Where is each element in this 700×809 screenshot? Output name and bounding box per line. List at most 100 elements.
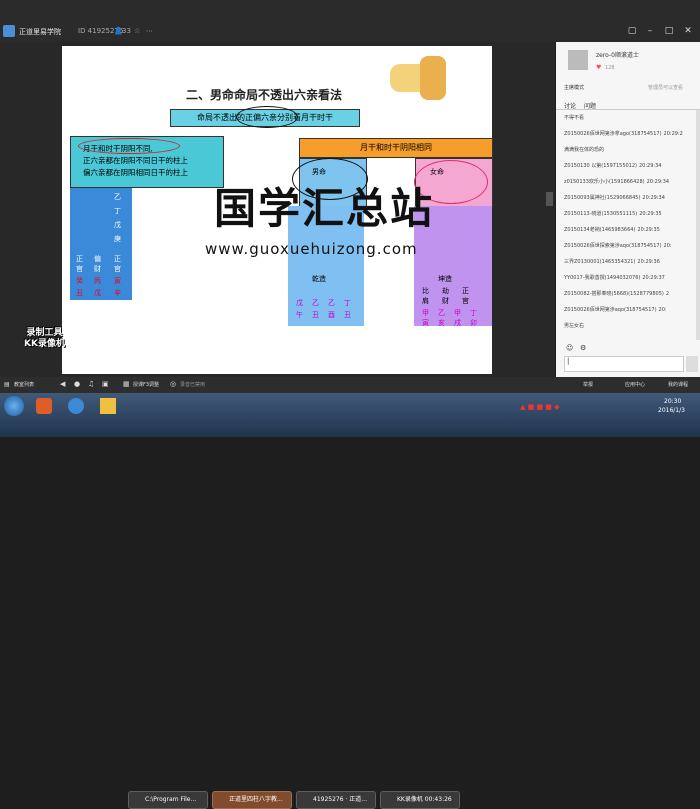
chat-sidebar: zero-0顺滚道士 ♥ 128 主席模式 管理员可以查看 讨论 问题 不得不看… [556, 42, 700, 377]
scrollbar[interactable] [696, 110, 700, 340]
home-icon[interactable] [3, 25, 15, 37]
mid-branch: 午 [296, 311, 303, 319]
browser-icon[interactable] [68, 398, 84, 414]
chat-user: z0150133欢乐小小(1591866428) [564, 179, 645, 185]
stage-next-arrow-icon[interactable] [546, 192, 553, 206]
mid-stem: 丁 [344, 299, 351, 307]
classroom-list-icon[interactable]: ▤ [4, 381, 10, 388]
tab-bar: 讨论 问题 [556, 100, 700, 110]
manage-link[interactable]: 管理员可以查看 [648, 84, 683, 91]
file-icon[interactable]: ▣ [102, 380, 109, 388]
start-button[interactable] [4, 396, 24, 416]
app-center-link[interactable]: 应用中心 [625, 381, 645, 388]
chat-time: 20:29:34 [642, 195, 665, 201]
minimize-icon[interactable]: – [645, 26, 655, 36]
chat-message: 男左女右 [564, 322, 586, 329]
red-ellipse [78, 138, 180, 154]
chat-message: Z0150134老衲(1465983664) 20:29:35 [564, 226, 660, 233]
right-label: 比 [422, 287, 429, 295]
viewer-count: 33 [122, 27, 131, 35]
mid-stem: 乙 [328, 299, 335, 307]
chat-message: Z0150026佰世网第涉拿ago(318754517) 20:29:2 [564, 130, 683, 137]
send-button[interactable] [686, 356, 698, 372]
chat-message: Z0150026佰世探索第涉aqo(318754517) 20: [564, 242, 672, 249]
mid-branch: 丑 [312, 311, 319, 319]
share-icon[interactable]: ⋯ [146, 27, 153, 35]
right-stem: 丁 [470, 309, 477, 317]
host-name: zero-0顺滚道士 [596, 52, 639, 59]
my-courses-link[interactable]: 我的课程 [668, 381, 688, 388]
chat-message: YY0017-我歌善撰(1494032076) 20:29:37 [564, 274, 665, 281]
right-label: 财 [442, 297, 449, 305]
chat-user: Z0150026佰世网第涉拿ago(318754517) [564, 131, 662, 137]
taskbar-window-3[interactable]: 41925276 · 正道... [296, 791, 376, 809]
tray-icons[interactable]: ▲ ■ ■ ■ ◆ [520, 403, 560, 411]
left-chart-cell: 辛 [114, 289, 121, 297]
chat-message: 三界Z0130001(1465354321) 20:29:36 [564, 258, 660, 265]
chat-message: z0150133欢乐小小(1591866428) 20:29:34 [564, 178, 669, 185]
taskbar-window-1[interactable]: C:\Program File... [128, 791, 208, 809]
avatar [568, 50, 588, 70]
chat-message: 不得不看 [564, 114, 586, 121]
restore-icon[interactable]: ▢ [627, 26, 637, 36]
chat-time: 20: [658, 307, 667, 313]
left-chart-cell: 癸 [76, 277, 83, 285]
left-chart-cell: 偏 [94, 255, 101, 263]
chat-user: Z0150093属神社(1529066845) [564, 195, 641, 201]
app-icon-1[interactable] [36, 398, 52, 414]
chat-user: Z0150026佰世探索第涉aqo(318754517) [564, 243, 662, 249]
chat-message: Z0150113-晓道(1530551115) 20:29:35 [564, 210, 662, 217]
left-chart-cell: 正 [76, 255, 83, 263]
close-icon[interactable]: ✕ [683, 26, 693, 36]
right-label: 官 [462, 297, 469, 305]
chat-input[interactable]: | [564, 356, 684, 372]
teach-icon[interactable]: ▦ [123, 380, 130, 388]
chat-user: Z0150026佰世网第涉aqo(318754517) [564, 307, 657, 313]
clock-date: 2016/1/3 [658, 407, 685, 414]
report-link[interactable]: 举报 [583, 381, 593, 388]
left-chart-cell: 寅 [114, 277, 121, 285]
chat-user: 满满我在体的恐的 [564, 147, 605, 153]
classroom-list-button[interactable]: 教室列表 [14, 381, 34, 388]
taskbar-window-2[interactable]: 正道里四柱八字教... [212, 791, 292, 809]
chat-time: 20:29:2 [663, 131, 683, 137]
music-icon[interactable]: ♫ [88, 380, 94, 388]
host-mode: 主席模式 [564, 85, 585, 91]
recorder-badge-line1: 录制工具 [26, 328, 63, 338]
tab-discuss[interactable]: 讨论 [564, 101, 576, 110]
image-icon[interactable]: ⚙ [580, 344, 586, 352]
left-chart-cell: 戊 [114, 221, 121, 229]
volume-icon[interactable]: ◀ [60, 380, 65, 388]
app-name: 正道里易学院 [19, 28, 61, 36]
folder-icon[interactable] [100, 398, 116, 414]
chat-time: 2 [665, 291, 670, 297]
right-label: 劫 [442, 287, 449, 295]
emoji-icon[interactable]: ☺ [566, 344, 573, 352]
chat-message: Z0150093属神社(1529066845) 20:29:34 [564, 194, 665, 201]
left-chart-cell: 官 [76, 265, 83, 273]
right-branch: 戌 [454, 319, 461, 327]
left-chart-cell: 财 [94, 265, 101, 273]
chat-time: 20:29:34 [646, 179, 670, 185]
chat-time: 20:29:34 [639, 163, 662, 169]
chat-user: 不得不看 [564, 115, 585, 121]
cartoon-figure-icon [420, 56, 446, 100]
recorder-badge-line2: KK录像机 [24, 339, 65, 349]
mid-branch: 酉 [328, 311, 335, 319]
chat-time: 20:29:37 [642, 275, 665, 281]
star-icon[interactable]: ☆ [134, 27, 140, 35]
tab-questions[interactable]: 问题 [584, 101, 596, 110]
box-left-line1: 正六亲都在阴阳不同日干的柱上 [83, 156, 188, 165]
right-label: 肩 [422, 297, 429, 305]
box-left-line2: 偏六亲都在阴阳相同日干的柱上 [83, 168, 188, 177]
mic-icon[interactable]: ● [74, 380, 80, 388]
record-icon[interactable]: ◎ [170, 380, 176, 388]
watermark-text: 国学汇总站 [214, 184, 435, 233]
teach-button[interactable]: 授课F3调整 [133, 381, 159, 388]
maximize-icon[interactable]: □ [664, 26, 674, 36]
left-chart-cell: 丑 [76, 289, 83, 297]
heart-icon[interactable]: ♥ [596, 64, 601, 71]
taskbar-window-4[interactable]: KK录像机 00:43:26 [380, 791, 460, 809]
clock-time: 20:30 [664, 398, 682, 405]
right-branch: 卯 [470, 319, 477, 327]
